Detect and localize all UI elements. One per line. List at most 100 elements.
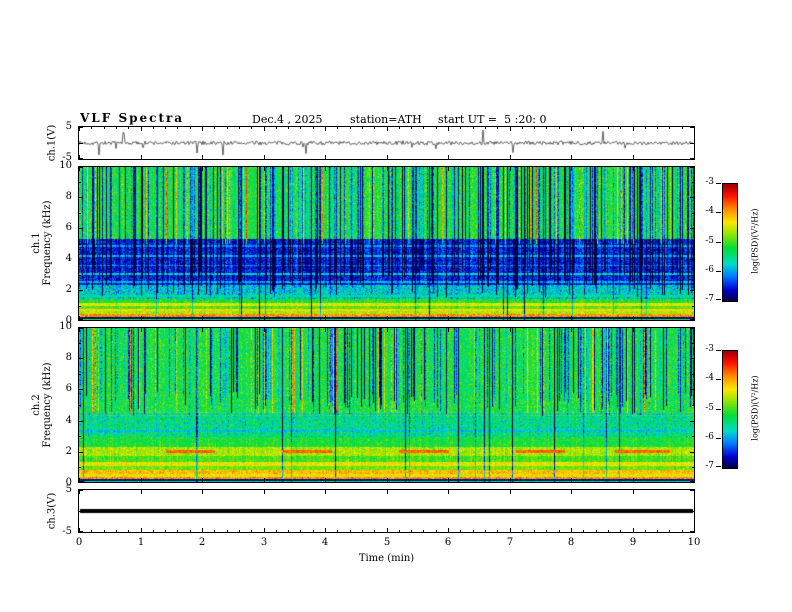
x-minor-tick-mark: [165, 530, 166, 532]
colorbar-tick-mark: [716, 212, 721, 213]
x-tick-mark: [325, 328, 326, 332]
x-minor-tick-mark: [128, 127, 129, 129]
x-tick-mark: [141, 127, 142, 131]
y-minor-tick-mark: [79, 213, 81, 214]
colorbar-tick-label: -3: [705, 344, 714, 354]
x-tick-mark: [264, 528, 265, 532]
x-tick-mark: [264, 490, 265, 494]
y-tick-mark: [690, 389, 694, 390]
x-tick-mark: [264, 316, 265, 320]
x-minor-tick-mark: [91, 127, 92, 129]
x-tick-mark: [202, 127, 203, 131]
x-tick-mark: [694, 167, 695, 171]
x-minor-tick-mark: [374, 127, 375, 129]
x-minor-tick-mark: [251, 127, 252, 129]
x-minor-tick-mark: [227, 530, 228, 532]
x-minor-tick-mark: [608, 530, 609, 532]
x-tick-mark: [510, 155, 511, 159]
colorbar-tick-mark: [716, 409, 721, 410]
y-tick-label: 2: [65, 284, 72, 295]
x-minor-tick-mark: [190, 530, 191, 532]
x-minor-tick-mark: [436, 127, 437, 129]
x-tick-mark: [510, 528, 511, 532]
x-tick-label: 6: [444, 537, 452, 548]
x-minor-tick-mark: [473, 127, 474, 129]
x-minor-tick-mark: [276, 530, 277, 532]
x-tick-mark: [202, 328, 203, 332]
x-minor-tick-mark: [682, 127, 683, 129]
x-minor-tick-mark: [116, 530, 117, 532]
x-tick-mark: [571, 167, 572, 171]
x-minor-tick-mark: [399, 127, 400, 129]
colorbar-tick-mark: [716, 466, 721, 467]
colorbar-tick-mark: [716, 271, 721, 272]
y-tick-mark: [79, 358, 83, 359]
x-tick-mark: [633, 127, 634, 131]
y-tick-mark: [690, 328, 694, 329]
vlf-spectra-figure: VLF Spectra Dec.4 , 2025 station=ATH sta…: [0, 0, 792, 612]
x-tick-mark: [264, 328, 265, 332]
x-tick-mark: [202, 316, 203, 320]
x-minor-tick-mark: [473, 530, 474, 532]
y-minor-tick-mark: [79, 275, 81, 276]
x-tick-label: 1: [137, 537, 145, 548]
y-tick-mark: [79, 531, 83, 532]
figure-title: VLF Spectra: [80, 111, 185, 125]
y-tick-mark: [690, 421, 694, 422]
x-tick-mark: [141, 490, 142, 494]
x-tick-mark: [633, 490, 634, 494]
y-minor-tick-mark: [79, 405, 81, 406]
ch2-spectrogram-panel: [78, 327, 695, 483]
x-tick-mark: [448, 478, 449, 482]
x-minor-tick-mark: [313, 127, 314, 129]
x-minor-tick-mark: [153, 127, 154, 129]
x-tick-mark: [325, 478, 326, 482]
x-tick-mark: [694, 127, 695, 131]
colorbar-tick-label: -7: [705, 294, 714, 304]
x-minor-tick-mark: [534, 127, 535, 129]
y-tick-mark: [690, 452, 694, 453]
x-tick-mark: [448, 155, 449, 159]
x-minor-tick-mark: [239, 127, 240, 129]
x-minor-tick-mark: [214, 127, 215, 129]
x-minor-tick-mark: [546, 530, 547, 532]
x-minor-tick-mark: [460, 530, 461, 532]
x-tick-mark: [633, 167, 634, 171]
x-minor-tick-mark: [177, 530, 178, 532]
x-minor-tick-mark: [350, 127, 351, 129]
x-tick-label: 2: [198, 537, 206, 548]
x-tick-mark: [325, 155, 326, 159]
y-tick-mark: [79, 452, 83, 453]
x-tick-mark: [325, 167, 326, 171]
x-minor-tick-mark: [91, 530, 92, 532]
y-tick-mark: [79, 158, 83, 159]
x-minor-tick-mark: [399, 530, 400, 532]
ch1-frequency-axis-label-line2: Frequency (kHz): [42, 200, 53, 286]
x-minor-tick-mark: [423, 530, 424, 532]
x-tick-mark: [387, 127, 388, 131]
x-minor-tick-mark: [669, 127, 670, 129]
x-minor-tick-mark: [460, 127, 461, 129]
y-tick-mark: [690, 197, 694, 198]
x-tick-mark: [141, 528, 142, 532]
x-minor-tick-mark: [423, 127, 424, 129]
x-minor-tick-mark: [300, 127, 301, 129]
colorbar-tick-label: -3: [705, 177, 714, 187]
x-tick-mark: [571, 490, 572, 494]
y-minor-tick-mark: [79, 182, 81, 183]
x-tick-mark: [141, 328, 142, 332]
x-tick-mark: [694, 490, 695, 494]
x-minor-tick-mark: [251, 530, 252, 532]
x-tick-mark: [633, 316, 634, 320]
x-minor-tick-mark: [485, 530, 486, 532]
y-tick-label: 6: [65, 222, 72, 233]
x-minor-tick-mark: [300, 530, 301, 532]
colorbar-ch2-label: log(PSD)(V²/Hz): [750, 375, 760, 441]
x-tick-mark: [141, 316, 142, 320]
x-minor-tick-mark: [645, 127, 646, 129]
x-tick-mark: [387, 155, 388, 159]
ch3-wave-ytick-bottom: -5: [62, 526, 72, 537]
x-minor-tick-mark: [104, 127, 105, 129]
x-minor-tick-mark: [620, 127, 621, 129]
x-tick-mark: [387, 478, 388, 482]
